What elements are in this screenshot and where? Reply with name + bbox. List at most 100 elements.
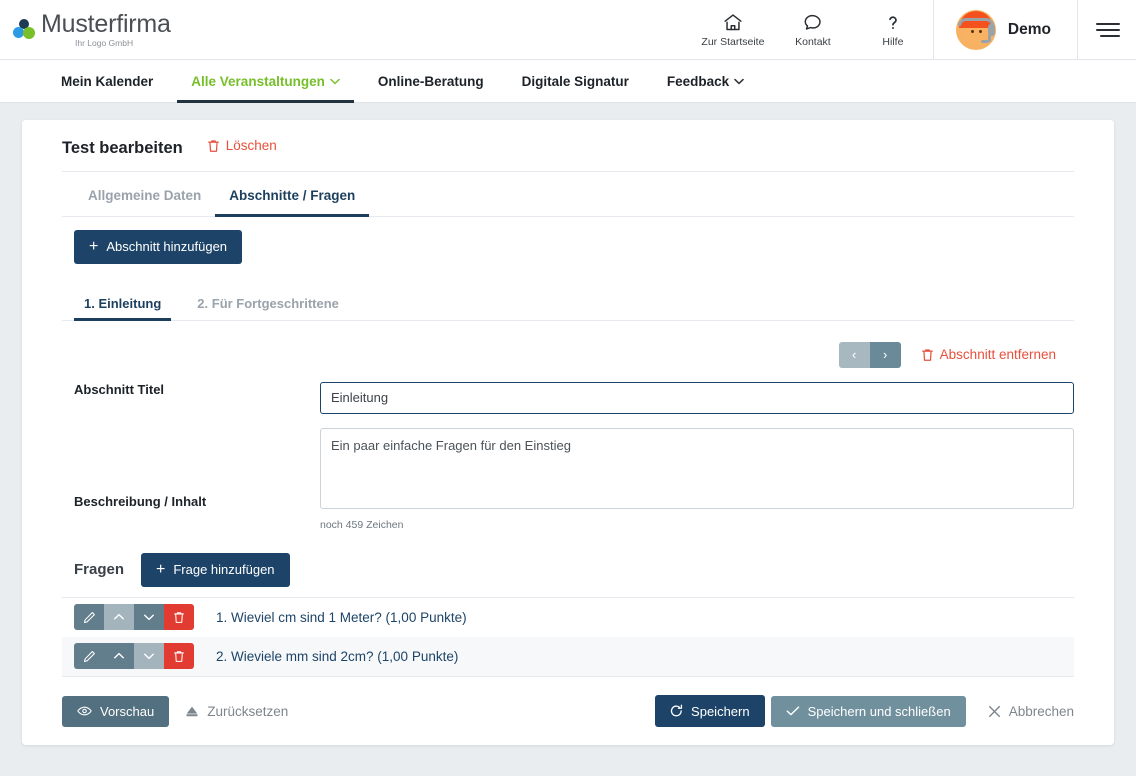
move-question-up-button[interactable]	[104, 643, 134, 669]
nav-item-label: Mein Kalender	[61, 74, 153, 89]
nav-item-online-beratung[interactable]: Online-Beratung	[364, 60, 498, 102]
page-title: Test bearbeiten	[62, 139, 183, 158]
top-action-home[interactable]: Zur Startseite	[693, 11, 773, 48]
refresh-icon	[670, 704, 683, 718]
add-section-label: Abschnitt hinzufügen	[106, 240, 227, 253]
top-bar: Musterfirma Ihr Logo GmbH Zur Startseite	[0, 0, 1136, 60]
move-question-up-button[interactable]	[104, 604, 134, 630]
section-tab-2[interactable]: 2. Für Fortgeschrittene	[187, 286, 349, 320]
delete-question-button[interactable]	[164, 643, 194, 669]
home-icon	[722, 11, 744, 33]
nav-item-label: Digitale Signatur	[522, 74, 629, 89]
delete-test-label: Löschen	[226, 138, 277, 153]
trash-icon	[207, 139, 220, 153]
remove-section-label: Abschnitt entfernen	[940, 347, 1056, 362]
add-section-button[interactable]: + Abschnitt hinzufügen	[74, 230, 242, 264]
top-action-help[interactable]: Hilfe	[853, 11, 933, 48]
move-question-down-button[interactable]	[134, 643, 164, 669]
plus-icon: +	[156, 562, 165, 578]
section-nav-arrows: ‹ ›	[839, 342, 901, 368]
check-icon	[786, 705, 800, 717]
tab-label: Abschnitte / Fragen	[229, 188, 355, 203]
nav-item-label: Feedback	[667, 74, 729, 89]
edit-test-card: Test bearbeiten Löschen Allgemeine Daten…	[22, 120, 1114, 745]
question-text: 2. Wieviele mm sind 2cm? (1,00 Punkte)	[216, 649, 458, 664]
reset-label: Zurücksetzen	[207, 704, 288, 719]
char-counter: noch 459 Zeichen	[320, 519, 1074, 531]
chevron-down-icon	[330, 78, 340, 85]
trash-icon	[921, 348, 934, 362]
save-and-close-label: Speichern und schließen	[808, 705, 951, 718]
hamburger-icon[interactable]	[1078, 23, 1136, 37]
remove-section-button[interactable]: Abschnitt entfernen	[921, 347, 1056, 362]
nav-item-digitale-signatur[interactable]: Digitale Signatur	[508, 60, 643, 102]
card-footer: Vorschau Zurücksetzen	[62, 676, 1074, 727]
delete-question-button[interactable]	[164, 604, 194, 630]
card-header: Test bearbeiten Löschen	[22, 120, 1114, 172]
nav-item-feedback[interactable]: Feedback	[653, 60, 758, 102]
tab-label: Allgemeine Daten	[88, 188, 201, 203]
next-section-button[interactable]: ›	[870, 342, 901, 368]
card-tabs: Allgemeine Daten Abschnitte / Fragen	[62, 172, 1074, 217]
chevron-down-icon	[734, 78, 744, 85]
user-menu[interactable]: Demo	[934, 0, 1077, 60]
edit-question-button[interactable]	[74, 604, 104, 630]
save-button[interactable]: Speichern	[655, 695, 765, 727]
edit-question-button[interactable]	[74, 643, 104, 669]
questions-header: Fragen + Frage hinzufügen	[62, 553, 1074, 598]
card-body: + Abschnitt hinzufügen 1. Einleitung 2. …	[22, 217, 1114, 676]
section-tabs: 1. Einleitung 2. Für Fortgeschrittene	[62, 286, 1074, 321]
section-description-row: Beschreibung / Inhalt Ein paar einfache …	[62, 414, 1074, 531]
top-actions: Zur Startseite Kontakt Hilfe	[693, 0, 1136, 60]
preview-button[interactable]: Vorschau	[62, 696, 169, 727]
top-action-help-label: Hilfe	[882, 36, 903, 48]
brand-tagline: Ihr Logo GmbH	[75, 39, 171, 48]
section-title-row: Abschnitt Titel	[62, 368, 1074, 414]
top-action-contact[interactable]: Kontakt	[773, 11, 853, 48]
plus-icon: +	[89, 239, 98, 255]
logo-circles-icon	[12, 17, 38, 43]
brand-name: Musterfirma	[41, 12, 171, 37]
add-question-button[interactable]: + Frage hinzufügen	[141, 553, 290, 587]
question-icon	[882, 11, 904, 33]
avatar	[956, 10, 996, 50]
save-label: Speichern	[691, 705, 750, 718]
section-tab-label: 2. Für Fortgeschrittene	[197, 296, 339, 311]
brand-logo[interactable]: Musterfirma Ihr Logo GmbH	[12, 12, 171, 48]
section-tab-1[interactable]: 1. Einleitung	[74, 286, 171, 320]
top-action-home-label: Zur Startseite	[701, 36, 764, 48]
section-toolbar: ‹ › Abschnitt entfernen	[62, 321, 1074, 368]
question-text: 1. Wieviel cm sind 1 Meter? (1,00 Punkte…	[216, 610, 467, 625]
chevron-right-icon: ›	[883, 347, 887, 362]
table-row[interactable]: 2. Wieviele mm sind 2cm? (1,00 Punkte)	[62, 637, 1074, 676]
eye-icon	[77, 705, 92, 717]
nav-item-label: Alle Veranstaltungen	[191, 74, 325, 89]
footer-divider	[62, 676, 1074, 677]
tab-abschnitte-fragen[interactable]: Abschnitte / Fragen	[215, 172, 369, 216]
questions-title: Fragen	[74, 561, 124, 578]
delete-test-button[interactable]: Löschen	[207, 138, 277, 153]
nav-item-alle-veranstaltungen[interactable]: Alle Veranstaltungen	[177, 60, 354, 102]
add-question-label: Frage hinzufügen	[173, 563, 274, 576]
nav-item-mein-kalender[interactable]: Mein Kalender	[47, 60, 167, 102]
section-description-textarea[interactable]: Ein paar einfache Fragen für den Einstie…	[320, 428, 1074, 509]
preview-label: Vorschau	[100, 705, 154, 718]
section-title-input[interactable]	[320, 382, 1074, 414]
footer-primary-actions: Speichern Speichern und schließen Abbrec…	[655, 695, 1074, 727]
chat-icon	[802, 11, 824, 33]
reset-button[interactable]: Zurücksetzen	[185, 704, 288, 719]
app-page: Musterfirma Ihr Logo GmbH Zur Startseite	[0, 0, 1136, 776]
section-description-label: Beschreibung / Inhalt	[62, 428, 320, 509]
user-name: Demo	[1008, 21, 1051, 39]
tab-allgemeine-daten[interactable]: Allgemeine Daten	[74, 172, 215, 216]
close-icon	[988, 705, 1001, 718]
cancel-button[interactable]: Abbrechen	[988, 704, 1074, 719]
save-and-close-button[interactable]: Speichern und schließen	[771, 696, 966, 727]
section-tab-label: 1. Einleitung	[84, 296, 161, 311]
prev-section-button[interactable]: ‹	[839, 342, 870, 368]
chevron-left-icon: ‹	[852, 347, 856, 362]
question-actions	[74, 643, 194, 669]
move-question-down-button[interactable]	[134, 604, 164, 630]
top-action-contact-label: Kontakt	[795, 36, 831, 48]
table-row[interactable]: 1. Wieviel cm sind 1 Meter? (1,00 Punkte…	[62, 598, 1074, 637]
